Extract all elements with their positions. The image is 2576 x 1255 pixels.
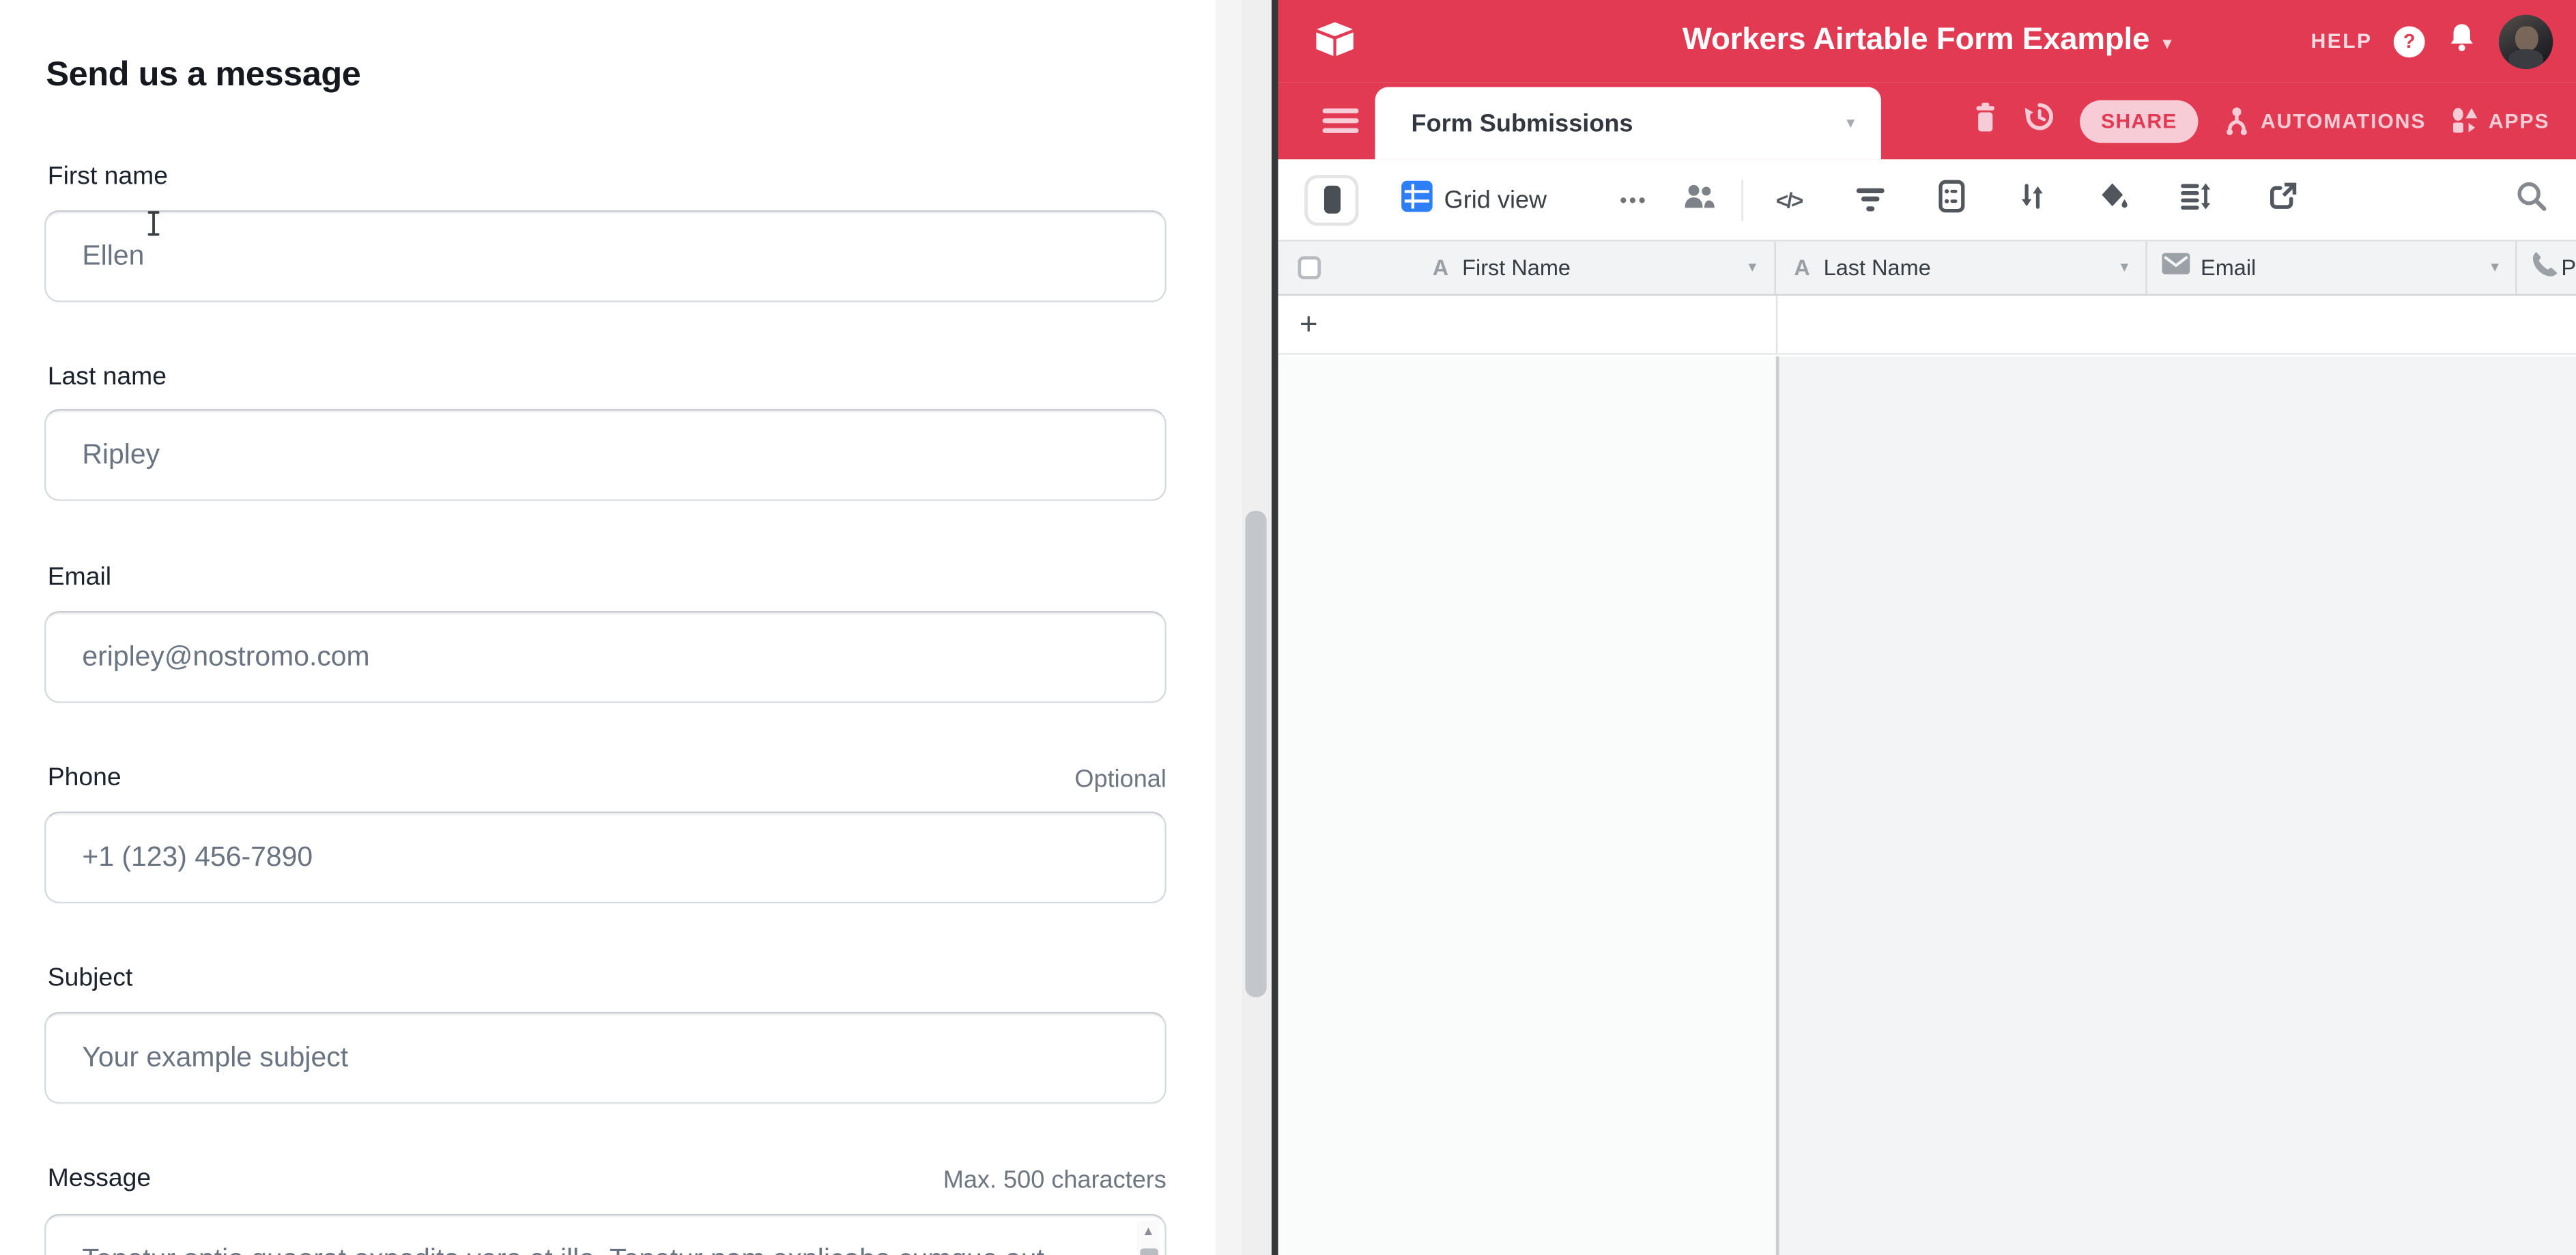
airtable-topbar: Workers Airtable Form Example ▾ HELP ? — [1278, 0, 2576, 82]
select-all-checkbox[interactable] — [1298, 256, 1321, 279]
apps-label: APPS — [2489, 109, 2550, 132]
grid-body-rest — [1778, 356, 2576, 1255]
message-scrollbar[interactable]: ▲ — [1137, 1220, 1160, 1255]
message-textarea[interactable]: Tenetur optio quaerat expedita vero et i… — [44, 1214, 1167, 1255]
help-circle-icon[interactable]: ? — [2394, 25, 2425, 57]
first-name-input[interactable] — [44, 210, 1167, 302]
phone-optional-hint: Optional — [1074, 765, 1166, 793]
apps-icon — [2450, 107, 2478, 135]
tab-caret-icon[interactable]: ▾ — [1846, 87, 1855, 160]
column-header-first-name[interactable]: A First Name ▾ — [1278, 242, 1776, 294]
grid-body — [1278, 356, 2576, 1255]
view-name[interactable]: Grid view — [1444, 186, 1547, 214]
phone-input[interactable] — [44, 811, 1167, 903]
message-text: Tenetur optio quaerat expedita vero et i… — [82, 1243, 1100, 1255]
column-name: Email — [2201, 255, 2256, 280]
share-button[interactable]: SHARE — [2080, 100, 2198, 143]
last-name-label: Last name — [48, 363, 167, 393]
automations-icon — [2223, 106, 2251, 135]
form-title: Send us a message — [46, 56, 360, 96]
topbar-actions: HELP ? — [2311, 0, 2553, 82]
scroll-up-arrow-icon[interactable]: ▲ — [1137, 1226, 1160, 1239]
text-field-type-icon: A — [1794, 255, 1809, 280]
apps-button[interactable]: APPS — [2450, 107, 2549, 135]
notifications-bell-icon[interactable] — [2446, 21, 2478, 61]
view-sidebar-toggle-button[interactable] — [1304, 174, 1358, 225]
history-icon[interactable] — [2022, 100, 2055, 141]
text-cursor-icon — [146, 210, 161, 245]
grid-view-icon — [1401, 180, 1433, 219]
column-divider — [1776, 296, 1777, 353]
color-paint-icon[interactable] — [2100, 180, 2129, 219]
add-record-row[interactable]: + — [1278, 296, 2576, 355]
sidebar-toggle-icon — [1323, 186, 1340, 214]
message-label: Message — [48, 1165, 151, 1194]
column-header-last-name[interactable]: A Last Name ▾ — [1776, 242, 2147, 294]
base-title-caret-icon[interactable]: ▾ — [2162, 28, 2171, 54]
email-field-type-icon — [2161, 253, 2189, 282]
automations-label: AUTOMATIONS — [2261, 109, 2426, 132]
text-field-type-icon: A — [1433, 255, 1448, 280]
subject-label: Subject — [48, 964, 132, 993]
row-height-icon[interactable] — [2180, 182, 2212, 218]
filter-icon[interactable] — [1857, 188, 1885, 212]
subject-input[interactable] — [44, 1012, 1167, 1104]
phone-label: Phone — [48, 764, 121, 793]
column-name: Last Name — [1824, 255, 1931, 280]
column-name: Phone — [2561, 255, 2576, 280]
active-tab-label: Form Submissions — [1412, 87, 1633, 160]
page-scrollbar-thumb[interactable] — [1245, 511, 1266, 997]
column-caret-icon[interactable]: ▾ — [1748, 259, 1756, 277]
message-scrollbar-thumb[interactable] — [1139, 1248, 1157, 1255]
pane-divider — [1272, 0, 1278, 1255]
page-scroll-gutter — [1216, 0, 1272, 1255]
tabbar-actions: SHARE AUTOMATIONS — [1973, 82, 2550, 159]
column-name: First Name — [1462, 255, 1571, 280]
airtable-tabbar: Form Submissions ▾ — [1278, 82, 2576, 159]
phone-field-type-icon — [2530, 250, 2558, 286]
collaborators-icon[interactable] — [1683, 182, 1717, 217]
message-maxchars-hint: Max. 500 characters — [943, 1166, 1167, 1194]
help-button[interactable]: HELP — [2311, 29, 2373, 53]
view-toolbar: Grid view ••• </> — [1278, 159, 2576, 240]
automations-button[interactable]: AUTOMATIONS — [2223, 106, 2427, 135]
user-avatar[interactable] — [2499, 14, 2553, 68]
column-caret-icon[interactable]: ▾ — [2121, 259, 2129, 277]
column-header-email[interactable]: Email ▾ — [2147, 242, 2517, 294]
search-icon[interactable] — [2515, 179, 2548, 220]
screen: Send us a message First name Last name E… — [0, 0, 2576, 1255]
add-record-plus-icon[interactable]: + — [1300, 309, 1318, 340]
base-title[interactable]: Workers Airtable Form Example — [1683, 23, 2149, 59]
contact-form-pane: Send us a message First name Last name E… — [0, 0, 1216, 1255]
table-header-row: A First Name ▾ A Last Name ▾ Email ▾ — [1278, 240, 2576, 296]
email-input[interactable] — [44, 611, 1167, 703]
group-records-icon[interactable] — [1938, 179, 1965, 220]
last-name-input[interactable] — [44, 409, 1167, 501]
toolbar-divider — [1741, 179, 1743, 220]
column-caret-icon[interactable]: ▾ — [2491, 259, 2499, 277]
tab-form-submissions[interactable]: Form Submissions ▾ — [1375, 87, 1881, 160]
view-options-dots-icon[interactable]: ••• — [1620, 188, 1648, 211]
tables-menu-icon[interactable] — [1323, 109, 1359, 133]
trash-icon[interactable] — [1973, 101, 1998, 141]
airtable-pane: Workers Airtable Form Example ▾ HELP ? F… — [1278, 0, 2576, 1255]
api-code-icon[interactable]: </> — [1776, 187, 1802, 212]
first-name-label: First name — [48, 163, 168, 192]
sort-icon[interactable] — [2019, 182, 2046, 218]
share-view-icon[interactable] — [2269, 182, 2297, 218]
email-label: Email — [48, 563, 111, 593]
column-header-phone[interactable]: Phone — [2517, 242, 2576, 294]
grid-body-first-column — [1278, 356, 1776, 1255]
